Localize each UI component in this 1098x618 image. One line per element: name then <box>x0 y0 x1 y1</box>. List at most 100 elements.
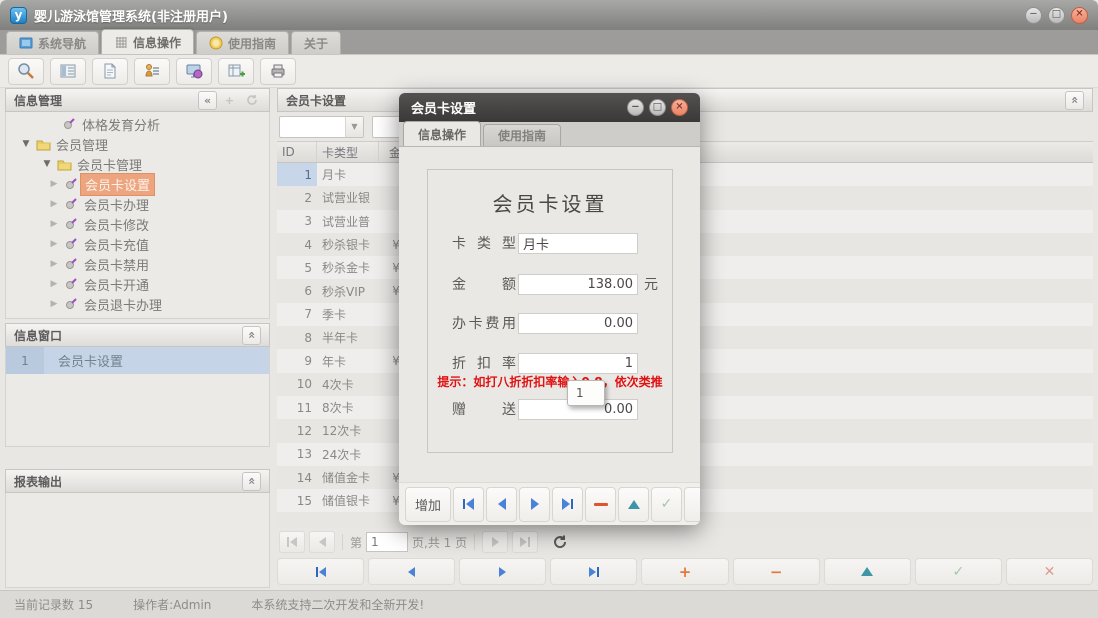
dialog-next-button[interactable] <box>519 487 550 522</box>
column-header-type[interactable]: 卡类型 <box>317 142 379 162</box>
expander-closed-icon[interactable]: ▶ <box>48 259 60 269</box>
tree-item-card-apply[interactable]: ▶ 会员卡办理 <box>6 194 269 214</box>
card-type-label: 卡 类 型 <box>452 233 516 253</box>
minimize-button[interactable]: − <box>1025 7 1042 24</box>
dialog-tab-user-guide[interactable]: 使用指南 <box>483 124 561 146</box>
amount-field[interactable]: 138.00 <box>518 274 638 295</box>
next-record-button[interactable] <box>459 558 546 585</box>
tree-item-card-modify[interactable]: ▶ 会员卡修改 <box>6 214 269 234</box>
wand-icon <box>64 218 76 231</box>
panel-title: 会员卡设置 <box>286 92 346 109</box>
column-header-id[interactable]: ID <box>277 142 317 162</box>
dialog-confirm-button[interactable]: ✓ <box>651 487 682 522</box>
tab-info-operation[interactable]: 信息操作 <box>101 29 194 54</box>
tree-item-card-enable[interactable]: ▶ 会员卡开通 <box>6 274 269 294</box>
cell-id: 12 <box>277 419 317 442</box>
collapse-report-button[interactable]: « <box>242 472 261 491</box>
expander-closed-icon[interactable]: ▶ <box>48 199 60 209</box>
add-record-button[interactable]: 增加 <box>405 487 451 522</box>
collapse-info-window-button[interactable]: « <box>242 326 261 345</box>
tree-item-label: 会员卡修改 <box>80 214 153 235</box>
dialog-extra-button[interactable] <box>684 487 700 522</box>
tree-item-card-return[interactable]: ▶ 会员退卡办理 <box>6 294 269 314</box>
add-button[interactable]: + <box>220 91 239 110</box>
tree-item-card-setting[interactable]: ▶ 会员卡设置 <box>6 174 269 194</box>
cell-type: 24次卡 <box>317 443 379 466</box>
collapse-content-button[interactable]: « <box>1065 91 1084 110</box>
monitor-button[interactable] <box>176 58 212 85</box>
expander-closed-icon[interactable]: ▶ <box>48 179 60 189</box>
wand-icon <box>64 258 76 271</box>
prev-page-button[interactable] <box>309 531 335 553</box>
maximize-button[interactable]: □ <box>1048 7 1065 24</box>
tree-item-growth-analysis[interactable]: 体格发育分析 <box>6 114 269 134</box>
collapse-left-icon: « <box>204 94 211 107</box>
cell-id: 7 <box>277 303 317 326</box>
dialog-edit-button[interactable] <box>618 487 649 522</box>
tab-about[interactable]: 关于 <box>291 31 341 54</box>
collapse-up-icon: « <box>244 331 258 339</box>
dialog-tab-info-operation[interactable]: 信息操作 <box>403 121 481 146</box>
chevron-down-icon[interactable]: ▼ <box>345 117 363 137</box>
dialog-delete-button[interactable] <box>585 487 616 522</box>
dialog-tab-label: 信息操作 <box>418 126 466 143</box>
last-record-icon <box>571 499 573 509</box>
search-button[interactable] <box>8 58 44 85</box>
tree-item-card-management[interactable]: ▼ 会员卡管理 <box>6 154 269 174</box>
titlebar: y 婴儿游泳馆管理系统(非注册用户) − □ ✕ <box>0 0 1098 30</box>
dialog-first-button[interactable] <box>453 487 484 522</box>
tree-item-member-management[interactable]: ▼ 会员管理 <box>6 134 269 154</box>
edit-record-button[interactable] <box>824 558 911 585</box>
tree-item-label: 会员卡禁用 <box>80 254 153 275</box>
tab-system-nav[interactable]: 系统导航 <box>6 31 99 54</box>
delete-record-button[interactable]: − <box>733 558 820 585</box>
first-record-button[interactable] <box>277 558 364 585</box>
expander-open-icon[interactable]: ▼ <box>20 139 32 149</box>
insert-record-button[interactable]: + <box>641 558 728 585</box>
card-type-field[interactable]: 月卡 <box>518 233 638 254</box>
tab-user-guide[interactable]: 使用指南 <box>196 31 289 54</box>
table-view-button[interactable] <box>50 58 86 85</box>
collapse-sidebar-button[interactable]: « <box>198 91 217 110</box>
card-fee-field[interactable]: 0.00 <box>518 313 638 334</box>
expander-closed-icon[interactable]: ▶ <box>48 279 60 289</box>
dialog-maximize-button[interactable]: □ <box>649 99 666 116</box>
last-record-button[interactable] <box>550 558 637 585</box>
dialog-last-button[interactable] <box>552 487 583 522</box>
dialog-close-button[interactable]: ✕ <box>671 99 688 116</box>
last-page-button[interactable] <box>512 531 538 553</box>
page-number-input[interactable] <box>366 532 408 552</box>
operator-label: 操作者:Admin <box>133 596 211 613</box>
dialog-prev-button[interactable] <box>486 487 517 522</box>
expander-closed-icon[interactable]: ▶ <box>48 219 60 229</box>
expander-open-icon[interactable]: ▼ <box>41 159 53 169</box>
dialog-body: 会员卡设置 卡 类 型 月卡 金 额 138.00 元 办卡费用 0.00 折 … <box>399 147 700 482</box>
printer-button[interactable] <box>260 58 296 85</box>
tree-item-card-recharge[interactable]: ▶ 会员卡充值 <box>6 234 269 254</box>
close-button[interactable]: ✕ <box>1071 7 1088 24</box>
prev-record-button[interactable] <box>368 558 455 585</box>
confirm-button[interactable]: ✓ <box>915 558 1002 585</box>
first-page-button[interactable] <box>279 531 305 553</box>
info-window-row[interactable]: 1 会员卡设置 <box>6 347 269 374</box>
dialog-minimize-button[interactable]: − <box>627 99 644 116</box>
document-button[interactable] <box>92 58 128 85</box>
expander-closed-icon[interactable]: ▶ <box>48 239 60 249</box>
tree-item-card-disable[interactable]: ▶ 会员卡禁用 <box>6 254 269 274</box>
cell-id: 1 <box>277 163 317 186</box>
expander-closed-icon[interactable]: ▶ <box>48 299 60 309</box>
refresh-button[interactable] <box>552 534 568 550</box>
discount-field[interactable]: 1 <box>518 353 638 374</box>
table-add-button[interactable] <box>218 58 254 85</box>
info-management-panel-header: 信息管理 « + <box>5 88 270 112</box>
user-settings-button[interactable] <box>134 58 170 85</box>
next-record-icon <box>531 498 539 510</box>
next-page-button[interactable] <box>482 531 508 553</box>
cancel-button[interactable]: ✕ <box>1006 558 1093 585</box>
filter-combo-1[interactable]: ▼ <box>279 116 364 138</box>
refresh-tree-button[interactable] <box>242 91 261 110</box>
cell-id: 13 <box>277 443 317 466</box>
cell-type: 季卡 <box>317 303 379 326</box>
tree-item-label-selected: 会员卡设置 <box>80 173 155 196</box>
tab-label: 信息操作 <box>133 34 181 51</box>
